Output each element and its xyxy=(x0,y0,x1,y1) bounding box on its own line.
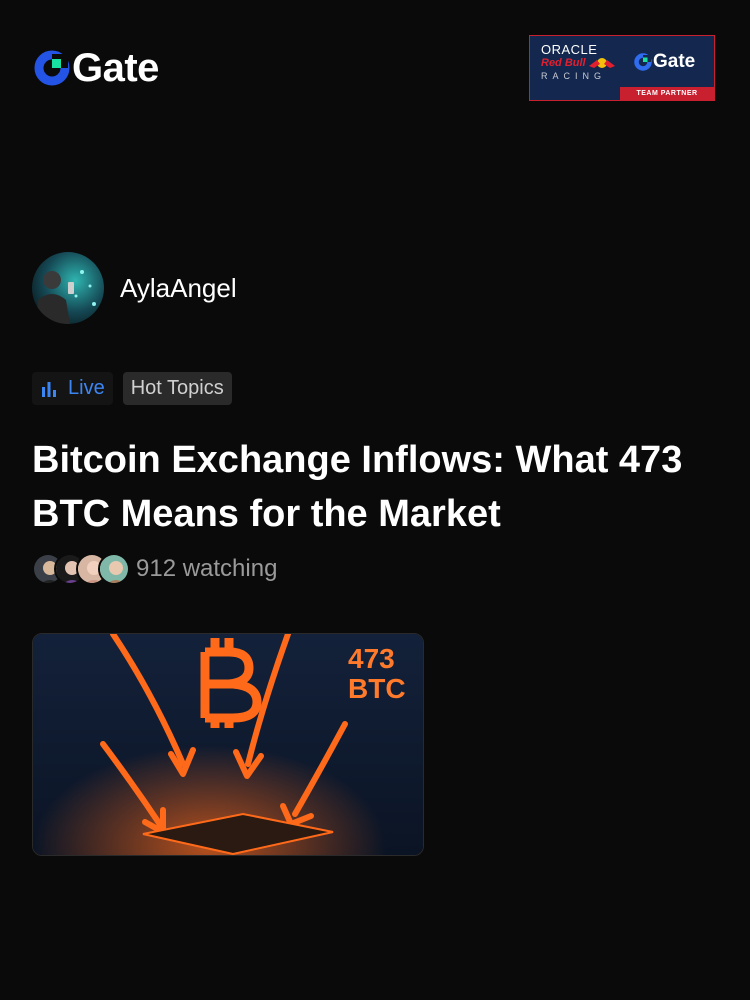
post-title: Bitcoin Exchange Inflows: What 473 BTC M… xyxy=(32,439,683,535)
partner-redbull-text: Red Bull xyxy=(541,57,586,69)
avatar[interactable] xyxy=(32,252,104,324)
avatar-image xyxy=(32,252,104,324)
team-partner-badge: TEAM PARTNER xyxy=(620,87,714,100)
live-tag-label: Live xyxy=(68,377,105,399)
live-tag[interactable]: Live xyxy=(32,372,113,405)
tag-row: Live Hot Topics xyxy=(32,372,232,405)
partner-racing-text: RACING xyxy=(541,71,607,81)
watcher-avatar xyxy=(98,553,130,585)
author-name[interactable]: AylaAngel xyxy=(120,273,237,304)
partner-gate-text: Gate xyxy=(653,51,696,72)
author-row[interactable]: AylaAngel xyxy=(32,252,237,324)
cover-amount-text: 473 xyxy=(348,643,395,674)
gate-logo-icon xyxy=(634,53,652,71)
gate-logo[interactable]: Gate xyxy=(34,48,159,88)
partner-oracle-text: ORACLE xyxy=(541,42,598,57)
hot-topics-tag-label: Hot Topics xyxy=(130,377,224,399)
watcher-avatars xyxy=(32,552,130,586)
partner-gate-logo: Gate xyxy=(634,51,695,73)
watching-count: 912 watching xyxy=(136,555,278,582)
post-cover-image[interactable]: 473 BTC xyxy=(32,633,424,856)
bar-chart-icon xyxy=(42,381,56,397)
partner-banner[interactable]: ORACLE Red Bull RACING Gate TEAM PARTNER xyxy=(529,35,715,101)
hot-topics-tag[interactable]: Hot Topics xyxy=(122,372,232,405)
red-bull-logo-icon xyxy=(589,58,615,68)
logo-text: Gate xyxy=(72,46,159,90)
gate-logo-icon xyxy=(34,50,70,86)
cover-unit-text: BTC xyxy=(348,673,406,704)
watchers-row: 912 watching xyxy=(32,552,277,586)
cover-illustration: 473 BTC xyxy=(33,634,423,855)
article-page: Gate ORACLE Red Bull RACING Gate TEAM PA… xyxy=(0,0,750,1000)
